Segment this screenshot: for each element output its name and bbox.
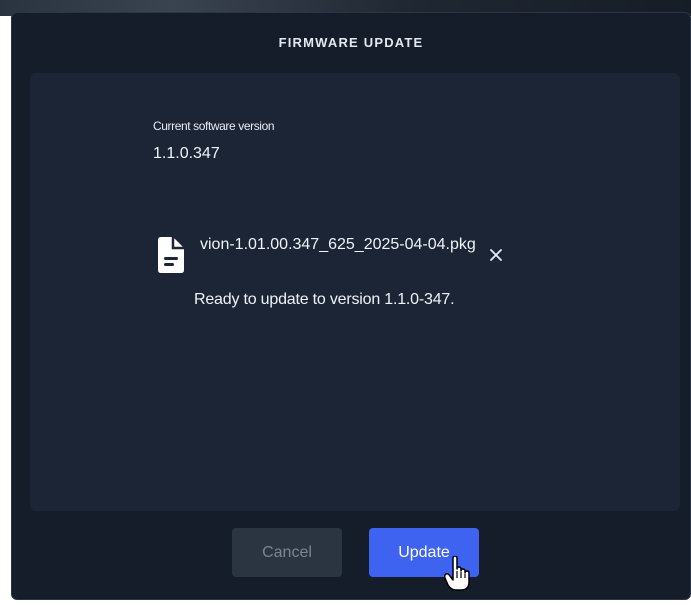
cancel-button[interactable]: Cancel [232,528,342,577]
file-icon [158,237,184,273]
current-version-value: 1.1.0.347 [153,145,220,162]
firmware-update-dialog: FIRMWARE UPDATE Current software version… [11,12,691,600]
content-panel: Current software version 1.1.0.347 vion-… [30,73,680,511]
update-button[interactable]: Update [369,528,479,577]
screen: FIRMWARE UPDATE Current software version… [0,0,691,605]
update-status-message: Ready to update to version 1.1.0-347. [194,291,455,308]
current-version-label: Current software version [153,119,275,133]
close-icon[interactable] [488,247,504,263]
dialog-title: FIRMWARE UPDATE [278,35,424,50]
file-name: vion-1.01.00.347_625_2025-04-04.pkg [200,236,476,253]
selected-file: vion-1.01.00.347_625_2025-04-04.pkg [158,235,538,279]
